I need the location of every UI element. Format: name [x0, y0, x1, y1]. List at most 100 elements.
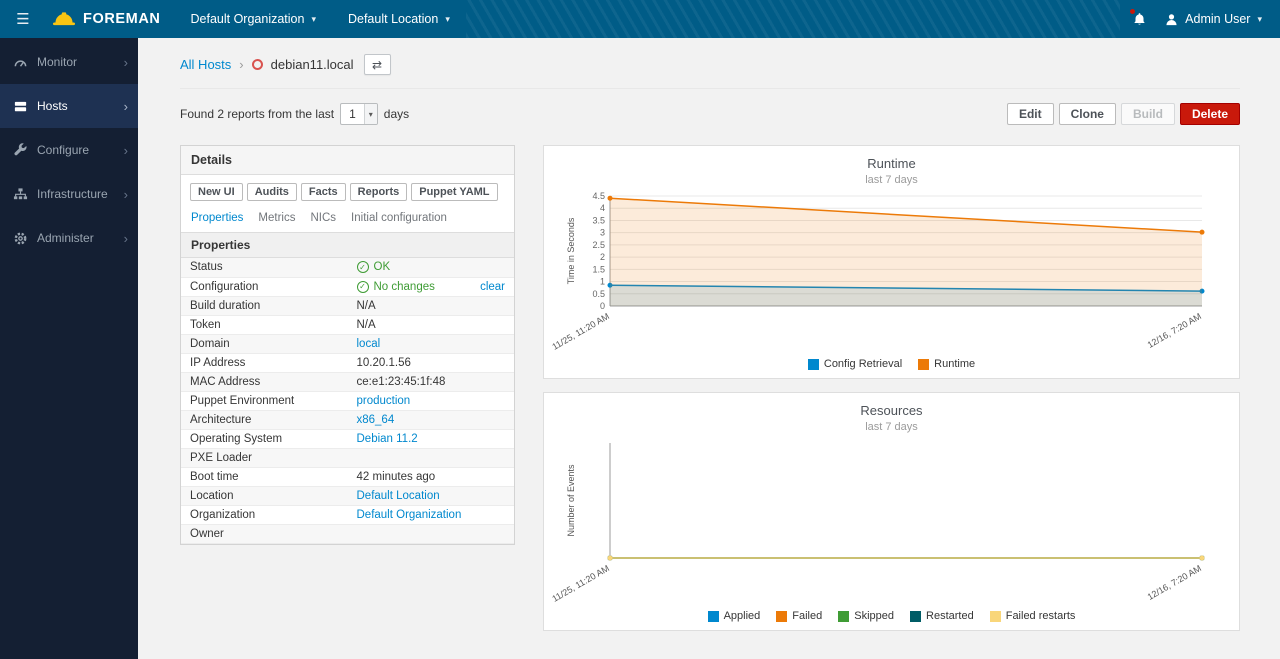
property-label: Location: [181, 486, 348, 505]
notifications-button[interactable]: [1120, 0, 1159, 38]
svg-text:0: 0: [599, 301, 604, 311]
sidebar-item-label: Infrastructure: [37, 187, 108, 201]
gear-icon: [13, 231, 28, 246]
table-row: Architecture x86_64: [181, 410, 514, 429]
sidebar-item-configure[interactable]: Configure ›: [0, 128, 138, 172]
chart-subtitle: last 7 days: [552, 174, 1231, 186]
legend-label: Skipped: [854, 610, 894, 622]
organization-link[interactable]: Default Organization: [357, 509, 462, 521]
details-panel-title: Details: [181, 146, 514, 175]
legend-label: Applied: [724, 610, 761, 622]
sidebar-item-monitor[interactable]: Monitor ›: [0, 40, 138, 84]
property-value: N/A: [348, 296, 515, 315]
tab-metrics[interactable]: Metrics: [258, 212, 295, 224]
sidebar-item-infrastructure[interactable]: Infrastructure ›: [0, 172, 138, 216]
resources-chart-legend: Applied Failed Skipped Restarted: [552, 610, 1231, 622]
menu-toggle-button[interactable]: ☰: [0, 0, 46, 38]
legend-item-applied[interactable]: Applied: [708, 610, 761, 622]
property-value: N/A: [348, 315, 515, 334]
chevron-right-icon: ›: [124, 231, 128, 246]
legend-item-config-retrieval[interactable]: Config Retrieval: [808, 358, 902, 370]
organization-selector[interactable]: Default Organization ▾: [175, 0, 332, 38]
runtime-chart-legend: Config Retrieval Runtime: [552, 358, 1231, 370]
property-label: Configuration: [181, 277, 348, 296]
edit-button[interactable]: Edit: [1007, 103, 1054, 125]
clear-link[interactable]: clear: [480, 281, 505, 293]
location-selector[interactable]: Default Location ▾: [332, 0, 466, 38]
property-label: Operating System: [181, 429, 348, 448]
legend-swatch: [990, 611, 1001, 622]
server-icon: [13, 99, 28, 114]
check-circle-icon: ✓: [357, 281, 369, 293]
chevron-right-icon: ›: [124, 99, 128, 114]
sidebar-item-hosts[interactable]: Hosts ›: [0, 84, 138, 128]
legend-swatch: [776, 611, 787, 622]
report-days-value: 1: [341, 104, 364, 124]
legend-item-skipped[interactable]: Skipped: [838, 610, 894, 622]
ui-switcher-button[interactable]: ⇄: [364, 54, 391, 75]
legend-label: Config Retrieval: [824, 358, 902, 370]
audits-button[interactable]: Audits: [247, 183, 297, 201]
resources-chart: 11/25, 11:20 AM12/16, 7:20 AMNumber of E…: [562, 435, 1222, 610]
svg-text:1.5: 1.5: [592, 264, 605, 274]
user-menu[interactable]: Admin User ▾: [1159, 0, 1280, 38]
reports-button[interactable]: Reports: [350, 183, 408, 201]
breadcrumb-all-hosts-link[interactable]: All Hosts: [180, 57, 231, 72]
hamburger-icon: ☰: [16, 10, 29, 28]
report-days-select[interactable]: 1 ▾: [340, 103, 378, 125]
tab-properties[interactable]: Properties: [191, 212, 243, 224]
table-row: Configuration ✓ No changes clear: [181, 277, 514, 296]
legend-label: Restarted: [926, 610, 974, 622]
tab-initial-configuration[interactable]: Initial configuration: [351, 212, 447, 224]
location-link[interactable]: Default Location: [357, 490, 440, 502]
legend-item-failed[interactable]: Failed: [776, 610, 822, 622]
table-row: Owner: [181, 524, 514, 543]
property-label: MAC Address: [181, 372, 348, 391]
breadcrumb-current-host: debian11.local: [271, 57, 354, 72]
delete-button[interactable]: Delete: [1180, 103, 1240, 125]
architecture-link[interactable]: x86_64: [357, 414, 395, 426]
bell-icon: [1133, 12, 1146, 26]
svg-text:Time in Seconds: Time in Seconds: [566, 217, 576, 284]
legend-item-restarted[interactable]: Restarted: [910, 610, 974, 622]
legend-item-failed-restarts[interactable]: Failed restarts: [990, 610, 1076, 622]
domain-link[interactable]: local: [357, 338, 381, 350]
svg-text:3.5: 3.5: [592, 215, 605, 225]
property-value: ✓ OK: [348, 258, 515, 277]
puppet-environment-link[interactable]: production: [357, 395, 411, 407]
resources-chart-card: Resources last 7 days 11/25, 11:20 AM12/…: [543, 392, 1240, 631]
sidebar-item-label: Monitor: [37, 55, 77, 69]
legend-item-runtime[interactable]: Runtime: [918, 358, 975, 370]
table-row: IP Address 10.20.1.56: [181, 353, 514, 372]
property-label: Owner: [181, 524, 348, 543]
sidebar-item-administer[interactable]: Administer ›: [0, 216, 138, 260]
property-label: Domain: [181, 334, 348, 353]
build-button: Build: [1121, 103, 1175, 125]
operating-system-link[interactable]: Debian 11.2: [357, 433, 418, 445]
brand-name: FOREMAN: [83, 11, 161, 27]
facts-button[interactable]: Facts: [301, 183, 346, 201]
foreman-logo[interactable]: FOREMAN: [46, 11, 175, 28]
new-ui-button[interactable]: New UI: [190, 183, 243, 201]
clone-button[interactable]: Clone: [1059, 103, 1116, 125]
organization-selector-label: Default Organization: [191, 12, 305, 26]
navbar-hatch-pattern: [466, 0, 1120, 38]
table-row: Build duration N/A: [181, 296, 514, 315]
caret-down-icon: ▾: [1257, 14, 1262, 25]
table-row: Organization Default Organization: [181, 505, 514, 524]
tab-nics[interactable]: NICs: [310, 212, 336, 224]
puppet-yaml-button[interactable]: Puppet YAML: [411, 183, 497, 201]
caret-down-icon: ▾: [445, 14, 450, 25]
property-value: local: [348, 334, 515, 353]
property-label: Architecture: [181, 410, 348, 429]
main-content: All Hosts › debian11.local ⇄ Found 2 rep…: [138, 38, 1280, 659]
svg-text:0.5: 0.5: [592, 289, 605, 299]
svg-text:3: 3: [599, 228, 604, 238]
property-value: 42 minutes ago: [348, 467, 515, 486]
table-row: Boot time 42 minutes ago: [181, 467, 514, 486]
property-label: Boot time: [181, 467, 348, 486]
check-circle-icon: ✓: [357, 261, 369, 273]
breadcrumb: All Hosts › debian11.local ⇄: [180, 54, 1240, 89]
runtime-chart-card: Runtime last 7 days 00.511.522.533.544.5…: [543, 145, 1240, 379]
svg-text:2: 2: [599, 252, 604, 262]
